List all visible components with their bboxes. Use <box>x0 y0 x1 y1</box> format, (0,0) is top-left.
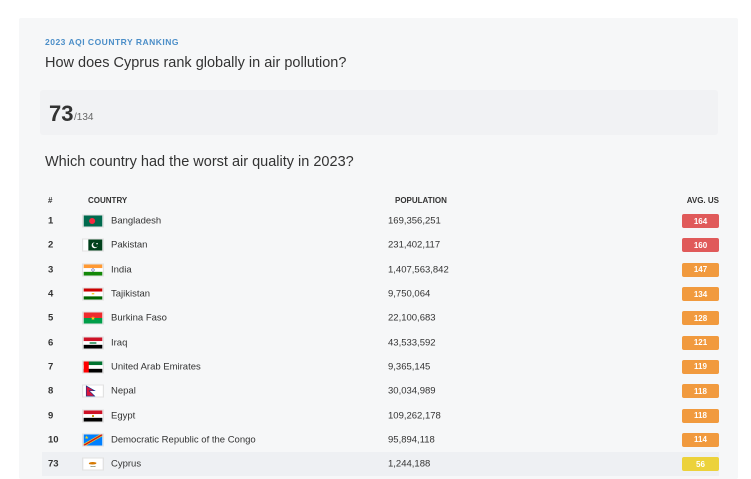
india-flag-icon <box>82 263 104 277</box>
row-country[interactable]: Cyprus <box>111 459 141 470</box>
table-row[interactable]: 6 Iraq 43,533,592 121 <box>42 330 719 354</box>
bangladesh-flag-icon <box>82 214 104 228</box>
egypt-flag-icon <box>82 409 104 423</box>
row-country[interactable]: Egypt <box>111 410 135 421</box>
row-country[interactable]: Burkina Faso <box>111 313 167 324</box>
row-country[interactable]: Iraq <box>111 337 127 348</box>
aqi-badge: 147 <box>682 262 719 277</box>
aqi-badge: 119 <box>682 359 719 374</box>
table-row[interactable]: 5 Burkina Faso 22,100,683 128 <box>42 306 719 330</box>
table-row[interactable]: 8 Nepal 30,034,989 118 <box>42 379 719 403</box>
aqi-badge: 121 <box>682 335 719 350</box>
table-row[interactable]: 2 Pakistan 231,402,117 160 <box>42 233 719 257</box>
table-row-selected-country[interactable]: 73 Cyprus 1,244,188 56 <box>42 451 719 477</box>
row-rank: 73 <box>48 458 59 470</box>
rank-value: 73 <box>49 101 74 126</box>
rank-question: How does Cyprus rank globally in air pol… <box>45 55 347 71</box>
row-rank: 5 <box>48 312 54 324</box>
row-population: 231,402,117 <box>388 239 441 251</box>
table-row[interactable]: 1 Bangladesh 169,356,251 164 <box>42 209 719 233</box>
nepal-flag-icon <box>82 384 104 398</box>
row-population: 95,894,118 <box>388 434 435 446</box>
row-country[interactable]: Democratic Republic of the Congo <box>111 434 256 445</box>
tajikistan-flag-icon <box>82 287 104 301</box>
row-population: 1,244,188 <box>388 458 431 470</box>
row-rank: 8 <box>48 385 54 397</box>
row-population: 1,407,563,842 <box>388 264 449 276</box>
drc-flag-icon <box>82 433 104 447</box>
row-country[interactable]: Pakistan <box>111 240 147 251</box>
aqi-badge: 128 <box>682 311 719 326</box>
column-rank-header: # <box>48 196 53 205</box>
cyprus-flag-icon <box>82 457 104 471</box>
row-rank: 7 <box>48 361 54 373</box>
column-country-header: COUNTRY <box>88 196 128 205</box>
uae-flag-icon <box>82 360 104 374</box>
row-population: 109,262,178 <box>388 410 441 422</box>
table-question: Which country had the worst air quality … <box>45 154 354 170</box>
row-country[interactable]: United Arab Emirates <box>111 361 201 372</box>
table-row[interactable]: 3 India 1,407,563,842 147 <box>42 258 719 282</box>
aqi-badge: 56 <box>682 457 719 472</box>
row-rank: 4 <box>48 288 54 300</box>
table-row[interactable]: 7 United Arab Emirates 9,365,145 119 <box>42 355 719 379</box>
row-population: 9,750,064 <box>388 288 431 300</box>
aqi-badge: 160 <box>682 238 719 253</box>
row-rank: 3 <box>48 264 54 276</box>
row-country[interactable]: Nepal <box>111 386 136 397</box>
row-population: 169,356,251 <box>388 215 441 227</box>
table-header: # COUNTRY POPULATION AVG. US <box>45 196 719 208</box>
aqi-badge: 164 <box>682 214 719 229</box>
row-population: 22,100,683 <box>388 312 436 324</box>
row-population: 43,533,592 <box>388 337 436 349</box>
rank-box: 73 /134 <box>40 90 718 135</box>
row-country[interactable]: India <box>111 264 132 275</box>
row-population: 30,034,989 <box>388 385 436 397</box>
row-country[interactable]: Bangladesh <box>111 216 161 227</box>
column-aqi-header: AVG. US <box>686 196 719 205</box>
table-row[interactable]: 9 Egypt 109,262,178 118 <box>42 403 719 427</box>
column-population-header: POPULATION <box>395 196 447 205</box>
table-row[interactable]: 10 Democratic Republic of the Congo 95,8… <box>42 428 719 452</box>
section-kicker: 2023 AQI COUNTRY RANKING <box>45 37 180 47</box>
pakistan-flag-icon <box>82 238 104 252</box>
rank-total: /134 <box>74 112 94 123</box>
table-row[interactable]: 4 Tajikistan 9,750,064 134 <box>42 282 719 306</box>
row-rank: 1 <box>48 215 54 227</box>
aqi-ranking-card: 2023 AQI COUNTRY RANKING How does Cyprus… <box>19 18 738 479</box>
row-country[interactable]: Tajikistan <box>111 289 150 300</box>
burkina-faso-flag-icon <box>82 311 104 325</box>
row-population: 9,365,145 <box>388 361 431 373</box>
aqi-badge: 114 <box>682 432 719 447</box>
aqi-badge: 118 <box>682 408 719 423</box>
row-rank: 9 <box>48 410 54 422</box>
row-rank: 10 <box>48 434 59 446</box>
row-rank: 6 <box>48 337 54 349</box>
aqi-badge: 134 <box>682 287 719 302</box>
iraq-flag-icon <box>82 336 104 350</box>
aqi-badge: 118 <box>682 384 719 399</box>
row-rank: 2 <box>48 239 54 251</box>
ranking-table: 1 Bangladesh 169,356,251 164 2 Pakistan … <box>42 209 719 477</box>
